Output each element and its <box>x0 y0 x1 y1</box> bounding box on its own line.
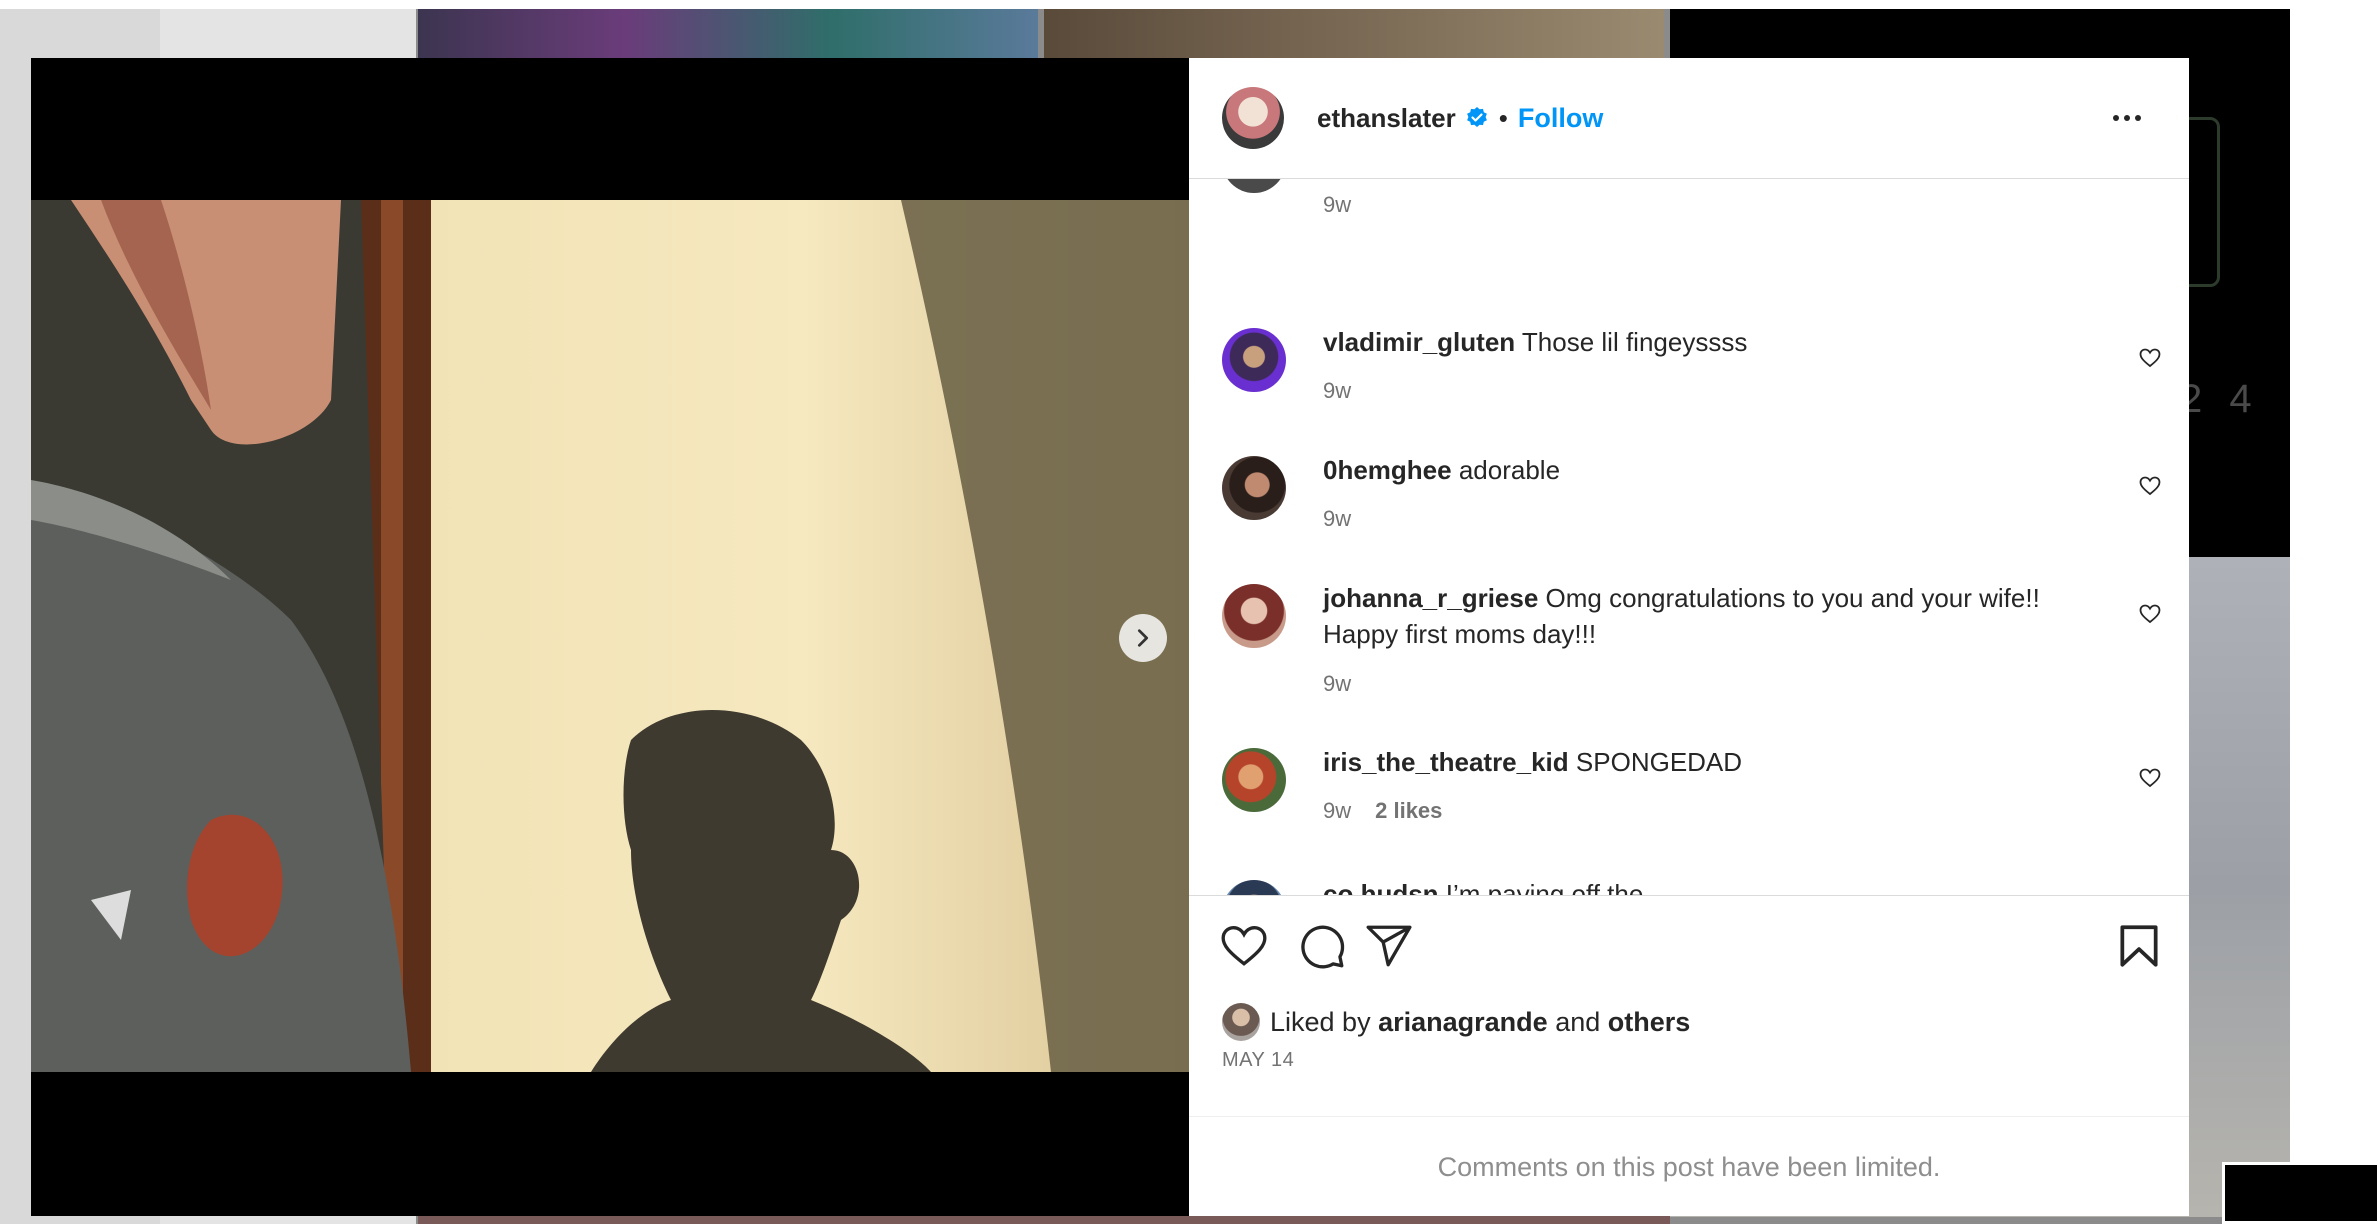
heart-icon <box>2139 604 2161 623</box>
follow-button[interactable]: Follow <box>1518 103 1603 134</box>
likes-prefix: Liked by <box>1270 1006 1371 1037</box>
grid-tile-7[interactable] <box>2290 9 2380 1224</box>
comment-like-button[interactable] <box>2136 473 2164 501</box>
comment-item: johanna_r_griese Omg congratulations to … <box>1189 583 2189 724</box>
commenter-avatar[interactable] <box>1222 456 1286 520</box>
author-username[interactable]: ethanslater <box>1317 103 1456 134</box>
comment-item: vladimir_gluten Those lil fingeyssss 9w <box>1189 327 2189 428</box>
post-date[interactable]: MAY 14 <box>1222 1049 1294 1072</box>
more-dot-icon <box>2135 115 2141 121</box>
background-number: 2 4 <box>2180 377 2260 421</box>
comment-item: iris_the_theatre_kid SPONGEDAD 9w 2 like… <box>1189 747 2189 848</box>
comment-time: 9w <box>1323 506 1352 531</box>
comment-username[interactable]: vladimir_gluten <box>1323 327 1515 357</box>
comment-username[interactable]: iris_the_theatre_kid <box>1323 747 1569 777</box>
comment-meta: 9w <box>1323 192 1351 218</box>
heart-icon <box>1221 925 1267 966</box>
save-button[interactable] <box>2114 921 2164 971</box>
comment-like-button[interactable] <box>2136 765 2164 793</box>
comment-content: adorable <box>1458 455 1561 485</box>
likes-others-link[interactable]: others <box>1608 1007 1691 1038</box>
comment-item: 0hemghee adorable 9w <box>1189 455 2189 556</box>
liker-username[interactable]: arianagrande <box>1378 1007 1548 1038</box>
comment-text: johanna_r_griese Omg congratulations to … <box>1323 580 2103 652</box>
comment-time: 9w <box>1323 671 1352 696</box>
comment-like-button[interactable] <box>2136 345 2164 373</box>
next-photo-button[interactable] <box>1119 614 1167 662</box>
comment-content: Those lil fingeyssss <box>1521 327 1748 357</box>
post-actions: Liked by arianagrande and others MAY 14 … <box>1189 895 2189 1216</box>
post-photo <box>31 200 1189 1072</box>
comment-button[interactable] <box>1297 921 1347 971</box>
comment-like-button[interactable] <box>2136 601 2164 629</box>
heart-icon <box>2139 768 2161 787</box>
paper-plane-icon <box>1366 925 1412 967</box>
liker-avatar[interactable] <box>1222 1003 1260 1041</box>
comment-bubble-icon <box>1301 925 1345 969</box>
more-dot-icon <box>2113 115 2119 121</box>
comment-username[interactable]: 0hemghee <box>1323 455 1452 485</box>
browser-top-strip <box>0 0 2380 9</box>
commenter-avatar[interactable] <box>1222 584 1286 648</box>
comment-username[interactable]: johanna_r_griese <box>1323 583 1538 613</box>
share-button[interactable] <box>1364 921 1414 971</box>
more-dot-icon <box>2124 115 2130 121</box>
comment-time: 9w <box>1323 378 1352 403</box>
comment-text: co.hudsn I’m paying off the debts of fir… <box>1323 876 1683 895</box>
chevron-right-icon <box>1137 629 1149 647</box>
post-media <box>31 58 1189 1216</box>
comment-time: 9w <box>1323 192 1352 217</box>
comment-likes-count[interactable]: 2 likes <box>1375 798 1442 824</box>
post-detail-panel: ethanslater • Follow 9w vladimir_gluten … <box>1189 58 2189 1216</box>
comment-text: 0hemghee adorable <box>1323 452 2103 488</box>
heart-icon <box>2139 476 2161 495</box>
comment-meta: 9w <box>1323 671 1351 697</box>
verified-badge-icon <box>1466 107 1487 127</box>
heart-icon <box>2139 348 2161 367</box>
photo-illustration <box>31 200 1189 1072</box>
commenter-avatar[interactable] <box>1222 748 1286 812</box>
comment-meta: 9w <box>1323 506 1351 532</box>
commenter-avatar[interactable] <box>1222 179 1286 193</box>
more-options-button[interactable] <box>2105 100 2149 136</box>
post-header: ethanslater • Follow <box>1189 58 2189 179</box>
like-button[interactable] <box>1219 921 1269 971</box>
header-separator: • <box>1498 102 1508 133</box>
comment-username[interactable]: co.hudsn <box>1323 879 1439 895</box>
comment-meta: 9w 2 likes <box>1323 798 1442 824</box>
comment-content: SPONGEDAD <box>1575 747 1743 777</box>
comment-item: 9w <box>1189 179 2189 249</box>
bookmark-icon <box>2120 925 2158 967</box>
comment-text: iris_the_theatre_kid SPONGEDAD <box>1323 744 2103 780</box>
comment-item: co.hudsn I’m paying off the debts of fir… <box>1189 879 2189 895</box>
bottom-right-thumbnail[interactable] <box>2222 1162 2380 1224</box>
comment-text: vladimir_gluten Those lil fingeyssss <box>1323 324 2103 360</box>
comments-limited-notice: Comments on this post have been limited. <box>1189 1116 2189 1217</box>
author-avatar[interactable] <box>1222 87 1284 149</box>
likes-summary: Liked by arianagrande and others <box>1222 1003 1690 1041</box>
comment-time: 9w <box>1323 798 1352 823</box>
commenter-avatar[interactable] <box>1222 880 1286 895</box>
comments-list[interactable]: 9w vladimir_gluten Those lil fingeyssss … <box>1189 179 2189 895</box>
likes-middle: and <box>1555 1006 1601 1037</box>
comment-meta: 9w <box>1323 378 1351 404</box>
commenter-avatar[interactable] <box>1222 328 1286 392</box>
